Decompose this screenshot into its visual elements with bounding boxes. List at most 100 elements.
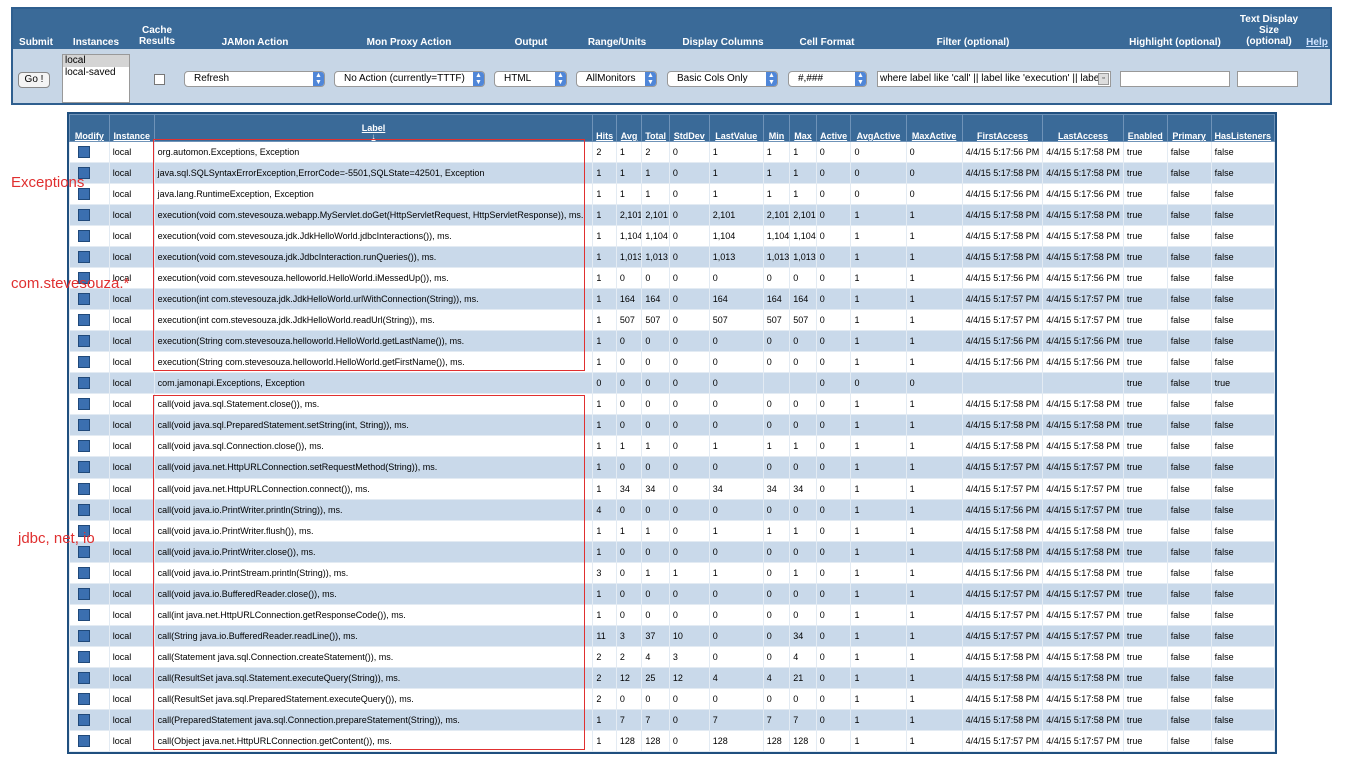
cell-max: 1 [789, 561, 817, 584]
output-select[interactable]: HTML ▲ ▼ [494, 71, 567, 87]
modify-icon[interactable] [78, 377, 90, 390]
cell-stddev: 0 [668, 708, 710, 731]
cell-hits: 1 [592, 288, 617, 311]
column-header-enabled[interactable]: Enabled [1122, 114, 1168, 142]
modify-icon[interactable] [78, 251, 90, 264]
column-header-maxactive[interactable]: MaxActive [905, 114, 963, 142]
cache-results-checkbox[interactable] [154, 74, 165, 85]
cell-instance: local [108, 435, 155, 458]
cell-primary: false [1166, 624, 1212, 647]
cell-max: 0 [789, 267, 817, 290]
column-header-hits[interactable]: Hits [592, 114, 617, 142]
display-columns-select[interactable]: Basic Cols Only ▲ ▼ [667, 71, 778, 87]
modify-icon[interactable] [78, 692, 90, 705]
column-header-min[interactable]: Min [762, 114, 791, 142]
modify-icon[interactable] [78, 545, 90, 558]
cell-hits: 1 [592, 414, 617, 437]
table-row: local call(void java.sql.PreparedStatemen… [69, 414, 1276, 437]
cell-lastvalue: 1 [708, 140, 764, 164]
column-header-label[interactable]: Label ↓ [153, 114, 594, 142]
modify-icon[interactable] [78, 671, 90, 684]
cell-firstaccess: 4/4/15 5:17:58 PM [961, 708, 1044, 731]
cell-min: 1,104 [762, 225, 791, 248]
instance-option[interactable]: local [63, 55, 129, 67]
cell-label: execution(void com.stevesouza.jdk.JdbcIn… [153, 246, 594, 269]
cell-primary: false [1166, 645, 1212, 668]
modify-icon[interactable] [78, 314, 90, 327]
modify-icon[interactable] [78, 734, 90, 747]
column-header-stddev[interactable]: StdDev [668, 114, 710, 142]
column-header-primary[interactable]: Primary [1166, 114, 1212, 142]
cell-label: execution(void com.stevesouza.helloworld… [153, 267, 594, 290]
cell-stddev: 0 [668, 498, 710, 521]
modify-icon[interactable] [78, 503, 90, 516]
cell-format-select[interactable]: #,### ▲ ▼ [788, 71, 867, 87]
help-link[interactable]: Help [1303, 37, 1331, 48]
modify-cell [69, 708, 110, 731]
modify-icon[interactable] [78, 146, 90, 159]
highlight-input[interactable] [1120, 71, 1230, 87]
modify-icon[interactable] [78, 608, 90, 621]
cell-enabled: true [1122, 225, 1168, 248]
column-header-max[interactable]: Max [789, 114, 817, 142]
modify-icon[interactable] [78, 419, 90, 432]
modify-icon[interactable] [78, 209, 90, 222]
cell-active: 0 [815, 729, 852, 753]
cell-primary: false [1166, 477, 1212, 500]
modify-icon[interactable] [78, 440, 90, 453]
range-units-select[interactable]: AllMonitors ▲ ▼ [576, 71, 657, 87]
modify-icon[interactable] [78, 482, 90, 495]
column-header-instance[interactable]: Instance [108, 114, 155, 142]
modify-icon[interactable] [78, 356, 90, 369]
text-display-size-input[interactable] [1237, 71, 1298, 87]
modify-icon[interactable] [78, 398, 90, 411]
cell-instance: local [108, 603, 155, 626]
column-header-modify[interactable]: Modify [69, 114, 110, 142]
cell-stddev: 0 [668, 414, 710, 437]
column-header-active[interactable]: Active [815, 114, 852, 142]
column-header-lastvalue[interactable]: LastValue [708, 114, 764, 142]
expand-icon[interactable]: ▫ [1098, 73, 1109, 85]
modify-icon[interactable] [78, 293, 90, 306]
cell-min: 4 [762, 666, 791, 689]
cell-instance: local [108, 246, 155, 269]
column-header-haslisteners[interactable]: HasListeners [1210, 114, 1276, 142]
cell-enabled: true [1122, 561, 1168, 584]
cell-stddev: 0 [668, 456, 710, 479]
modify-icon[interactable] [78, 335, 90, 348]
modify-icon[interactable] [78, 650, 90, 663]
column-header-total[interactable]: Total [641, 114, 670, 142]
column-header-lastaccess[interactable]: LastAccess [1042, 114, 1124, 142]
modify-cell [69, 603, 110, 626]
cell-hits: 2 [592, 645, 617, 668]
cell-firstaccess: 4/4/15 5:17:56 PM [961, 498, 1044, 521]
cell-avgactive: 1 [850, 666, 907, 689]
cell-haslisteners: false [1210, 225, 1276, 248]
modify-icon[interactable] [78, 461, 90, 474]
cell-hits: 1 [592, 330, 617, 353]
column-header-firstaccess[interactable]: FirstAccess [961, 114, 1044, 142]
column-header-avgactive[interactable]: AvgActive [850, 114, 907, 142]
cell-avgactive: 1 [850, 351, 907, 374]
instances-listbox[interactable]: local local-saved [62, 54, 130, 103]
header-jamon-action: JAMon Action [221, 37, 289, 48]
cell-avg: 164 [615, 288, 643, 311]
cell-max: 128 [789, 729, 817, 753]
column-header-avg[interactable]: Avg [615, 114, 643, 142]
cell-total: 0 [641, 456, 670, 479]
cell-min: 164 [762, 288, 791, 311]
modify-icon[interactable] [78, 629, 90, 642]
instance-option[interactable]: local-saved [63, 67, 129, 79]
modify-icon[interactable] [78, 587, 90, 600]
modify-icon[interactable] [78, 230, 90, 243]
cell-min: 0 [762, 498, 791, 521]
modify-icon[interactable] [78, 713, 90, 726]
mon-proxy-action-select[interactable]: No Action (currently=TTTF) ▲ ▼ [334, 71, 485, 87]
jamon-action-select[interactable]: Refresh ▲ ▼ [184, 71, 325, 87]
cell-active: 0 [815, 624, 852, 647]
modify-icon[interactable] [78, 566, 90, 579]
filter-input[interactable]: where label like 'call' || label like 'e… [877, 71, 1111, 87]
go-button[interactable]: Go ! [18, 72, 50, 88]
cell-total: 1 [641, 162, 670, 185]
cell-hits: 1 [592, 519, 617, 542]
